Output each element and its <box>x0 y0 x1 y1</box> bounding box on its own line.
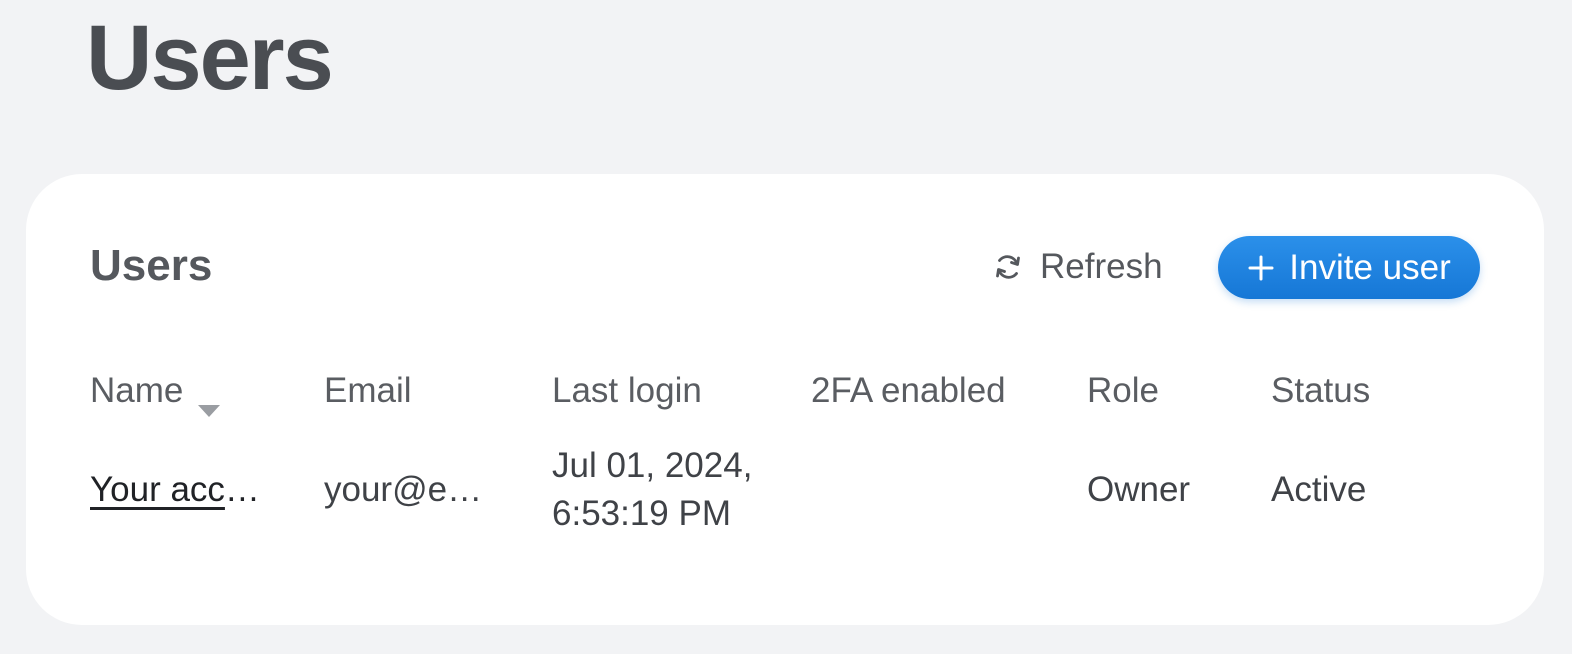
column-header-role[interactable]: Role <box>1087 370 1159 412</box>
last-login-time: 6:53:19 PM <box>552 494 731 533</box>
sort-down-icon <box>197 386 221 417</box>
refresh-button[interactable]: Refresh <box>992 242 1163 292</box>
column-header-last-login[interactable]: Last login <box>552 370 702 412</box>
refresh-label: Refresh <box>1040 247 1163 286</box>
card-title: Users <box>90 241 213 290</box>
invite-user-button[interactable]: Invite user <box>1218 236 1480 299</box>
invite-user-label: Invite user <box>1289 247 1451 287</box>
users-card: Users Refresh Invite user Name Email Las… <box>26 174 1544 625</box>
user-email-cell: your@e… <box>324 470 483 509</box>
user-status-cell: Active <box>1271 470 1367 509</box>
page-title: Users <box>86 7 334 109</box>
column-header-status[interactable]: Status <box>1271 370 1370 412</box>
user-name-link[interactable]: Your acc <box>90 470 225 509</box>
column-header-2fa[interactable]: 2FA enabled <box>811 370 1006 412</box>
plus-icon <box>1247 254 1275 282</box>
column-header-email[interactable]: Email <box>324 370 412 412</box>
last-login-date: Jul 01, 2024, <box>552 446 753 485</box>
user-role-cell: Owner <box>1087 470 1191 509</box>
user-last-login-cell: Jul 01, 2024, 6:53:19 PM <box>552 442 752 538</box>
column-header-name-label: Name <box>90 371 184 410</box>
user-name-cell: Your acc… <box>90 466 260 514</box>
refresh-icon <box>992 251 1024 283</box>
column-header-name[interactable]: Name <box>90 370 221 417</box>
user-name-ellipsis: … <box>224 470 260 509</box>
